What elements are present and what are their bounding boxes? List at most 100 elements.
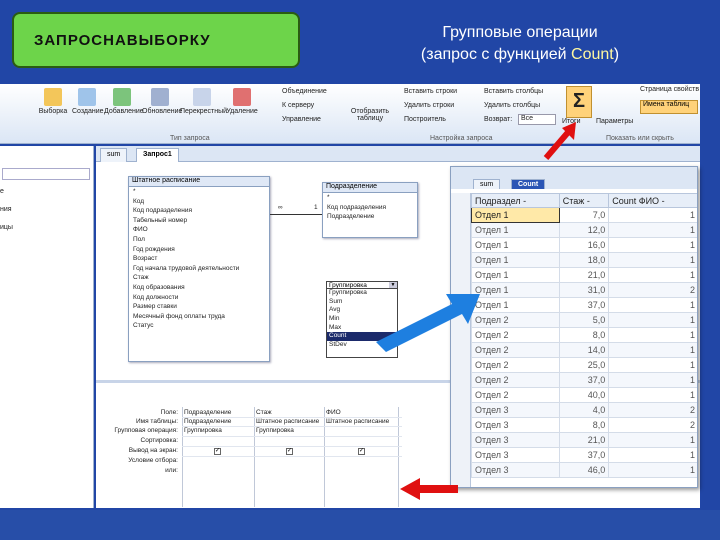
cell-podrazdelenie[interactable]: Отдел 3 <box>471 462 560 478</box>
field-list-item[interactable]: * <box>129 187 269 197</box>
cell-count-fio[interactable]: 2 <box>608 417 697 433</box>
cell-count-fio[interactable]: 1 <box>608 222 697 238</box>
table-title[interactable]: Штатное расписание <box>129 177 269 187</box>
cell-podrazdelenie[interactable]: Отдел 1 <box>471 222 560 238</box>
cell-stazh[interactable]: 37,0 <box>558 447 610 463</box>
table-row[interactable]: Отдел 1 37,0 1 <box>471 297 697 313</box>
cell-count-fio[interactable]: 1 <box>608 267 697 283</box>
cell-podrazdelenie[interactable]: Отдел 3 <box>471 417 560 433</box>
cell-count-fio[interactable]: 1 <box>608 312 697 328</box>
cell-count-fio[interactable]: 1 <box>608 327 697 343</box>
cell-stazh[interactable]: 5,0 <box>558 312 610 328</box>
cell-count-fio[interactable]: 2 <box>608 402 697 418</box>
column-header-podrazdelenie[interactable]: Подраздел - <box>471 193 560 208</box>
cell-count-fio[interactable]: 1 <box>608 237 697 253</box>
field-list-item[interactable]: Код подразделения <box>323 203 417 213</box>
params-button[interactable]: Параметры <box>596 118 633 125</box>
cell-podrazdelenie[interactable]: Отдел 2 <box>471 342 560 358</box>
table-row[interactable]: Отдел 3 21,0 1 <box>471 432 697 448</box>
cell-podrazdelenie[interactable]: Отдел 2 <box>471 387 560 403</box>
table-row[interactable]: Отдел 1 31,0 2 <box>471 282 697 298</box>
cell-stazh[interactable]: 46,0 <box>558 462 610 478</box>
field-list-item[interactable]: Код подразделения <box>129 206 269 216</box>
field-list-item[interactable]: * <box>323 193 417 203</box>
field-list-item[interactable]: Пол <box>129 235 269 245</box>
totals-sigma-icon[interactable]: Σ <box>566 86 592 118</box>
cell-count-fio[interactable]: 1 <box>608 342 697 358</box>
table-row[interactable]: Отдел 3 8,0 2 <box>471 417 697 433</box>
relationship-line[interactable] <box>270 214 322 215</box>
cell-podrazdelenie[interactable]: Отдел 1 <box>471 252 560 268</box>
table-title[interactable]: Подразделение <box>323 183 417 193</box>
cell-podrazdelenie[interactable]: Отдел 1 <box>471 297 560 313</box>
grid-op-2[interactable]: Группировка <box>256 427 294 434</box>
result-tab-count[interactable]: Count <box>511 179 546 189</box>
nav-item[interactable]: е <box>0 188 4 195</box>
grid-field-3[interactable]: ФИО <box>326 409 341 416</box>
insert-rows-button[interactable]: Вставить строки <box>404 88 457 95</box>
union-button[interactable]: Объединение <box>282 88 327 95</box>
nav-item[interactable]: ния <box>0 206 12 213</box>
field-list-item[interactable]: Год начала трудовой деятельности <box>129 264 269 274</box>
show-table-button[interactable]: Отобразить таблицу <box>350 108 390 122</box>
insert-columns-button[interactable]: Вставить столбцы <box>484 88 543 95</box>
table-podrazdelenie[interactable]: Подразделение * Код подразделения Подраз… <box>322 182 418 238</box>
cell-count-fio[interactable]: 1 <box>608 207 697 223</box>
data-definition-button[interactable]: Управление <box>282 116 321 123</box>
cell-count-fio[interactable]: 2 <box>608 282 697 298</box>
cell-stazh[interactable]: 37,0 <box>558 297 610 313</box>
nav-search-input[interactable] <box>2 168 90 180</box>
cell-stazh[interactable]: 8,0 <box>558 327 610 343</box>
result-tab-sum[interactable]: sum <box>473 179 501 189</box>
field-list-item[interactable]: Год рождения <box>129 245 269 255</box>
grid-table-2[interactable]: Штатное расписание <box>256 418 319 425</box>
cell-count-fio[interactable]: 1 <box>608 462 697 478</box>
builder-button[interactable]: Построитель <box>404 116 446 123</box>
table-row[interactable]: Отдел 2 14,0 1 <box>471 342 697 358</box>
table-row[interactable]: Отдел 3 37,0 1 <box>471 447 697 463</box>
table-row[interactable]: Отдел 3 4,0 2 <box>471 402 697 418</box>
cell-stazh[interactable]: 4,0 <box>558 402 610 418</box>
cell-stazh[interactable]: 12,0 <box>558 222 610 238</box>
cell-podrazdelenie[interactable]: Отдел 1 <box>471 282 560 298</box>
table-row[interactable]: Отдел 2 25,0 1 <box>471 357 697 373</box>
cell-count-fio[interactable]: 1 <box>608 387 697 403</box>
cell-podrazdelenie[interactable]: Отдел 1 <box>471 207 560 223</box>
table-row[interactable]: Отдел 2 8,0 1 <box>471 327 697 343</box>
grid-field-1[interactable]: Подразделение <box>184 409 231 416</box>
cell-count-fio[interactable]: 1 <box>608 447 697 463</box>
cell-podrazdelenie[interactable]: Отдел 2 <box>471 357 560 373</box>
cell-count-fio[interactable]: 1 <box>608 297 697 313</box>
cell-stazh[interactable]: 8,0 <box>558 417 610 433</box>
field-list-item[interactable]: Возраст <box>129 254 269 264</box>
delete-columns-button[interactable]: Удалить столбцы <box>484 102 540 109</box>
field-list-item[interactable]: Стаж <box>129 273 269 283</box>
cell-stazh[interactable]: 25,0 <box>558 357 610 373</box>
ribbon-button-create[interactable]: Создание <box>72 88 104 115</box>
table-row[interactable]: Отдел 2 5,0 1 <box>471 312 697 328</box>
table-names-button[interactable]: Имена таблиц <box>640 100 698 114</box>
cell-count-fio[interactable]: 1 <box>608 357 697 373</box>
cell-stazh[interactable]: 21,0 <box>558 432 610 448</box>
show-checkbox-2[interactable]: ✓ <box>286 448 293 455</box>
delete-rows-button[interactable]: Удалить строки <box>404 102 454 109</box>
cell-podrazdelenie[interactable]: Отдел 2 <box>471 327 560 343</box>
cell-count-fio[interactable]: 1 <box>608 252 697 268</box>
field-list-item[interactable]: Код должности <box>129 293 269 303</box>
column-header-stazh[interactable]: Стаж - <box>558 193 610 208</box>
field-list-item[interactable]: Код образования <box>129 283 269 293</box>
pass-through-button[interactable]: К серверу <box>282 102 314 109</box>
cell-stazh[interactable]: 14,0 <box>558 342 610 358</box>
field-list-item[interactable]: Код <box>129 197 269 207</box>
show-checkbox-1[interactable]: ✓ <box>214 448 221 455</box>
property-sheet-button[interactable]: Страница свойств <box>640 86 699 93</box>
ribbon-button-select[interactable]: Выборка <box>36 88 70 115</box>
cell-count-fio[interactable]: 1 <box>608 432 697 448</box>
ribbon-button-update[interactable]: Обновление <box>142 88 182 115</box>
cell-stazh[interactable]: 40,0 <box>558 387 610 403</box>
cell-podrazdelenie[interactable]: Отдел 2 <box>471 312 560 328</box>
cell-podrazdelenie[interactable]: Отдел 1 <box>471 267 560 283</box>
table-row[interactable]: Отдел 1 12,0 1 <box>471 222 697 238</box>
field-list-item[interactable]: ФИО <box>129 225 269 235</box>
tab-sum[interactable]: sum <box>100 148 128 162</box>
